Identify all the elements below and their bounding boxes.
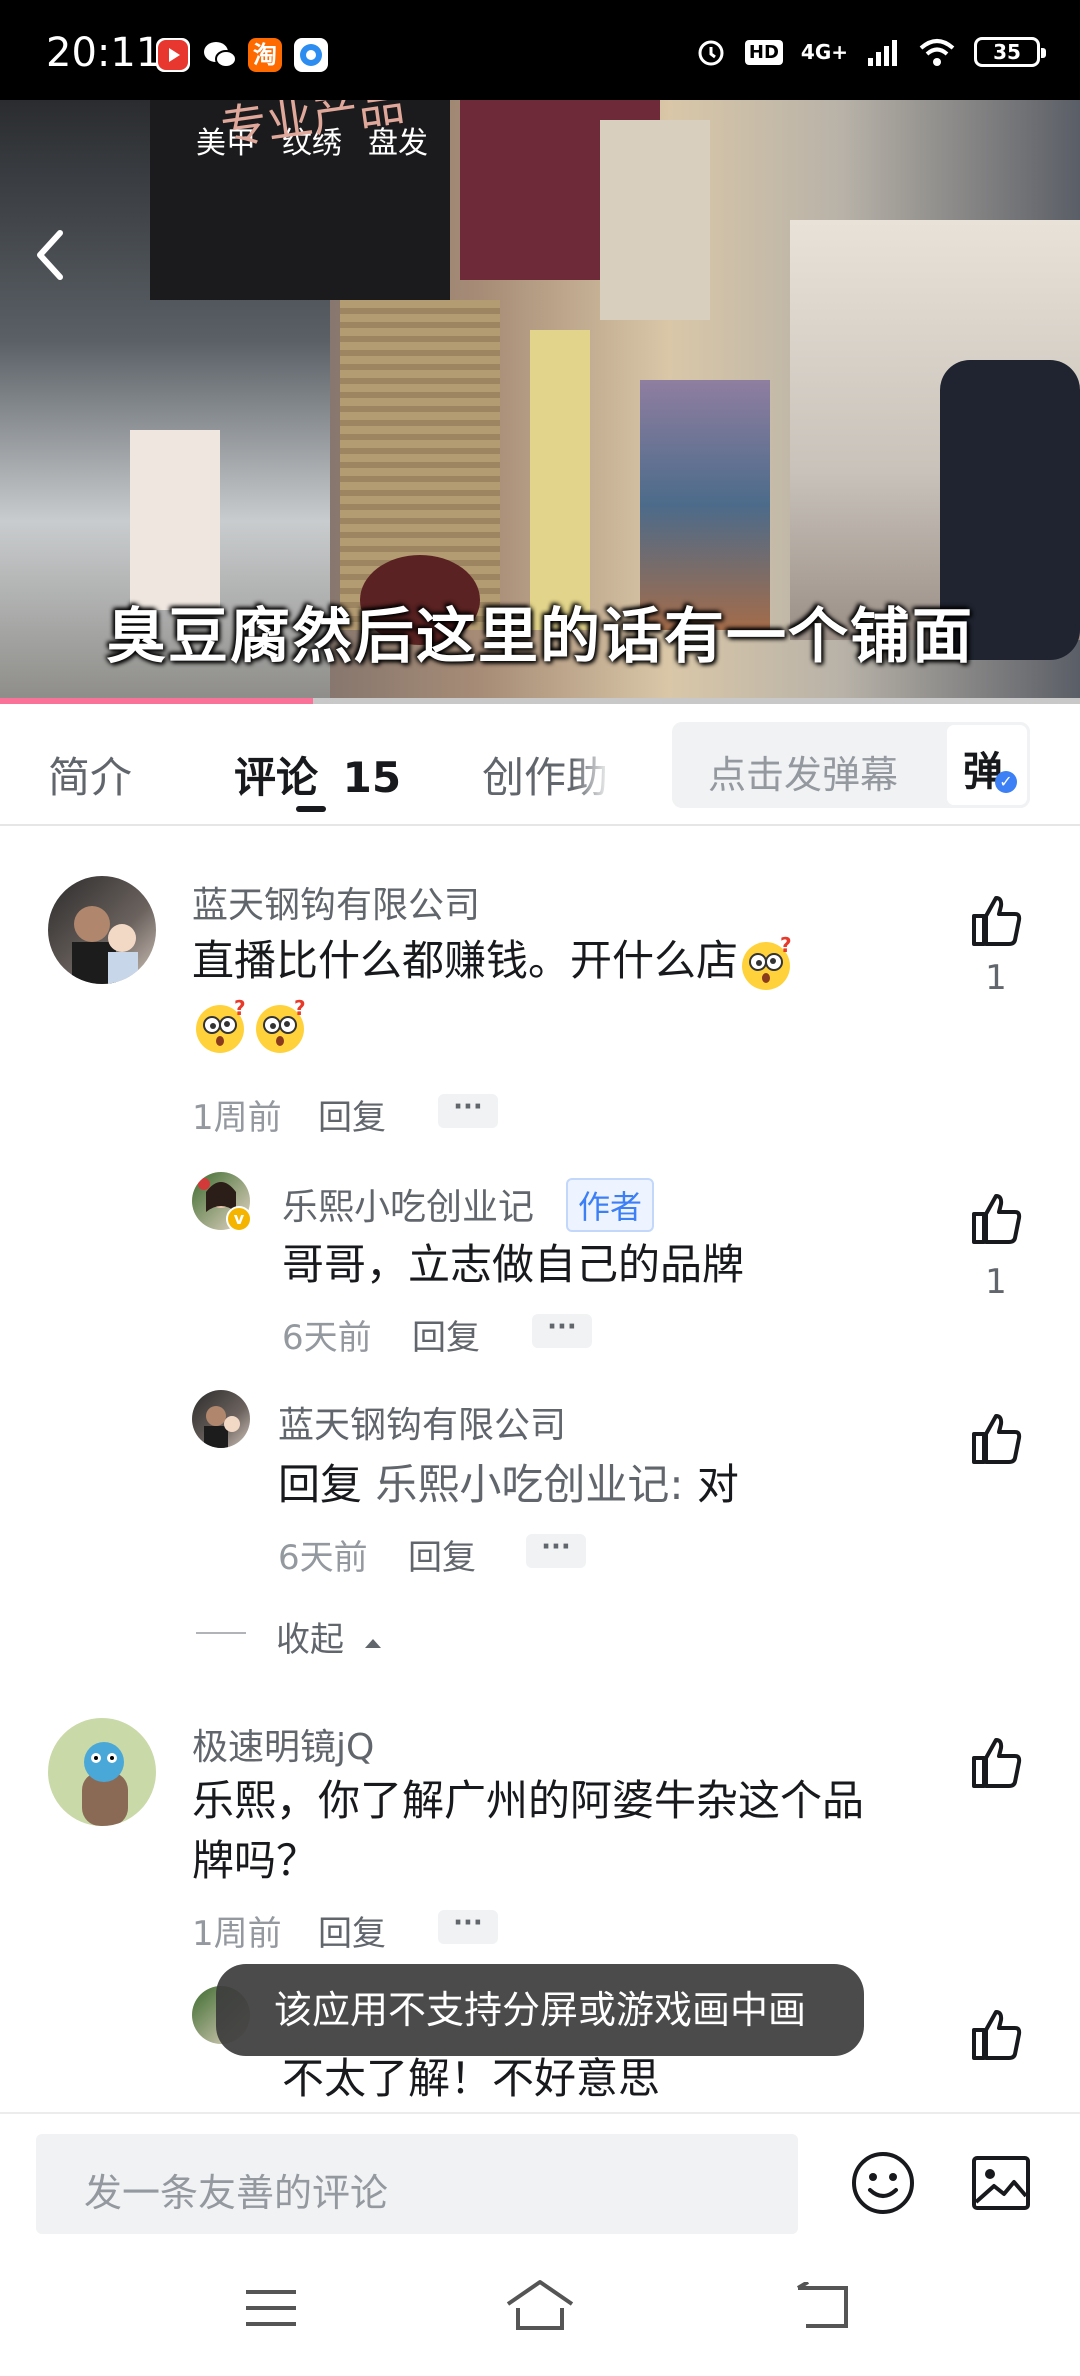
signal-icon	[868, 40, 897, 66]
status-bar: 20:11 淘 HD 4G+ 35	[0, 0, 1080, 100]
reply-button[interactable]: 回复	[318, 1906, 386, 1955]
video-app-icon	[156, 38, 190, 72]
danmaku-toggle-button[interactable]: 弹 ✓	[944, 722, 1030, 808]
svg-text:?: ?	[234, 997, 246, 1020]
danmaku-input[interactable]: 点击发弹幕 弹 ✓	[672, 722, 1030, 808]
like-icon[interactable]	[968, 2006, 1024, 2062]
comment-text-line: 乐熙，你了解广州的阿婆牛杂这个品	[192, 1776, 865, 1825]
reply-time: 6天前	[282, 1318, 372, 1358]
tab-comments-label: 评论	[234, 753, 319, 802]
svg-text:?: ?	[294, 997, 306, 1020]
like-count: 1	[985, 1262, 1007, 1302]
comment-input[interactable]: 发一条友善的评论	[36, 2134, 798, 2234]
video-subtitle: 臭豆腐然后这里的话有一个铺面	[106, 602, 974, 672]
avatar[interactable]	[48, 876, 156, 984]
comment-time: 1周前	[192, 1914, 282, 1954]
dizzy-emoji-icon: ?	[742, 934, 792, 990]
reply-time: 6天前	[278, 1538, 368, 1578]
video-player[interactable]: 美甲 纹绣 盘发 专业产品 臭豆腐然后这里的话有一个铺面	[0, 100, 1080, 702]
reply-prefix: 回复	[278, 1460, 363, 1509]
dizzy-emoji-icon: ?	[256, 997, 306, 1053]
reply-body: 对	[696, 1460, 739, 1509]
more-options-button[interactable]: ···	[438, 1094, 498, 1128]
like-icon[interactable]	[968, 1734, 1024, 1790]
taobao-icon: 淘	[248, 38, 282, 72]
system-nav-bar	[0, 2242, 1080, 2376]
wifi-icon	[919, 39, 955, 66]
home-icon[interactable]	[504, 2278, 576, 2332]
status-indicators: HD 4G+ 35	[695, 36, 1046, 68]
hd-badge: HD	[744, 39, 783, 65]
like-icon[interactable]	[968, 1190, 1024, 1246]
like-count: 1	[985, 958, 1007, 998]
reply-button[interactable]: 回复	[408, 1530, 476, 1579]
collapse-divider	[196, 1632, 246, 1634]
collapse-label: 收起	[276, 1620, 344, 1660]
reply-text: 哥哥，立志做自己的品牌	[282, 1240, 745, 1289]
reply-to-username[interactable]: 乐熙小吃创业记:	[375, 1460, 683, 1509]
comment-body: 直播比什么都赚钱。开什么店	[192, 936, 739, 985]
like-icon[interactable]	[968, 1410, 1024, 1466]
menu-icon[interactable]	[244, 2286, 298, 2330]
author-badge: 作者	[566, 1178, 655, 1232]
image-icon[interactable]	[970, 2152, 1032, 2214]
tab-creator[interactable]: 创作助	[482, 744, 612, 805]
network-label: 4G+	[800, 40, 848, 64]
tab-comments-count: 15	[342, 753, 402, 802]
comment-username[interactable]: 蓝天钢钩有限公司	[192, 876, 480, 928]
wechat-icon	[202, 38, 237, 72]
tab-comments[interactable]: 评论 15	[234, 744, 401, 805]
comment-text: 直播比什么都赚钱。开什么店? ??	[192, 930, 912, 1057]
tab-indicator	[296, 806, 326, 812]
battery-indicator: 35	[974, 37, 1046, 67]
more-options-button[interactable]: ···	[526, 1534, 586, 1568]
comment-input-bar: 发一条友善的评论	[0, 2112, 1080, 2242]
chevron-up-icon	[364, 1639, 381, 1648]
dizzy-emoji-icon: ?	[196, 997, 246, 1053]
avatar[interactable]	[192, 1390, 250, 1448]
reply-button[interactable]: 回复	[412, 1310, 480, 1359]
danmaku-placeholder: 点击发弹幕	[708, 753, 899, 797]
comment-input-placeholder: 发一条友善的评论	[84, 2171, 389, 2215]
reply-username[interactable]: 乐熙小吃创业记	[282, 1178, 534, 1230]
like-icon[interactable]	[968, 892, 1024, 948]
reply-button[interactable]: 回复	[318, 1090, 386, 1139]
check-icon: ✓	[995, 771, 1017, 793]
reply-username[interactable]: 蓝天钢钩有限公司	[278, 1396, 566, 1448]
verified-icon: v	[226, 1206, 252, 1232]
comment-time: 1周前	[192, 1098, 282, 1138]
alarm-icon	[698, 40, 724, 66]
reply-text: 不太了解！不好意思	[282, 2054, 661, 2103]
status-time: 20:11	[46, 30, 162, 76]
svg-text:?: ?	[780, 934, 792, 957]
collapse-replies-button[interactable]: 收起	[276, 1612, 385, 1661]
comment-text-line: 牌吗？	[192, 1836, 319, 1885]
browser-icon	[294, 38, 328, 72]
toast-message: 该应用不支持分屏或游戏画中画	[216, 1964, 864, 2056]
more-options-button[interactable]: ···	[532, 1314, 592, 1348]
back-button[interactable]	[30, 225, 70, 285]
back-nav-icon[interactable]	[796, 2280, 850, 2330]
avatar[interactable]	[48, 1718, 156, 1826]
more-options-button[interactable]: ···	[438, 1910, 498, 1944]
tab-intro[interactable]: 简介	[48, 744, 132, 805]
emoji-icon[interactable]	[850, 2150, 916, 2216]
comment-username[interactable]: 极速明镜jQ	[192, 1718, 374, 1770]
reply-text: 回复 乐熙小吃创业记: 对	[278, 1454, 739, 1516]
